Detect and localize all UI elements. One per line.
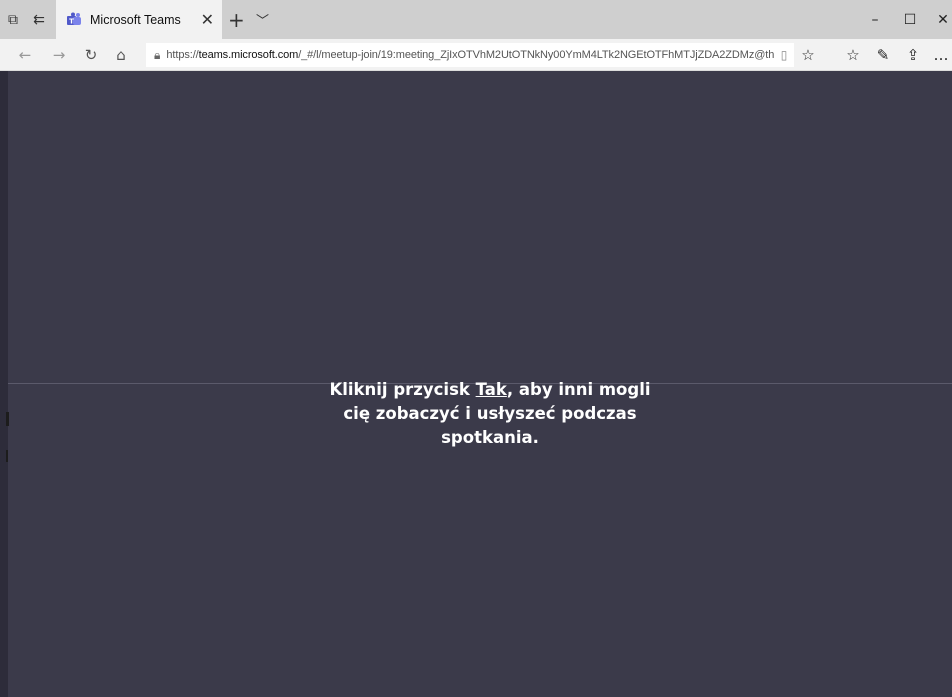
reading-view-icon[interactable]: ▯ — [774, 48, 794, 62]
more-icon[interactable]: … — [928, 39, 952, 71]
home-icon[interactable]: ⌂ — [108, 39, 134, 71]
tab-microsoft-teams[interactable]: T Microsoft Teams ✕ — [56, 0, 222, 39]
plus-icon[interactable]: + — [228, 0, 245, 39]
edge-marker — [6, 450, 8, 462]
url-text[interactable]: https://teams.microsoft.com/_#/l/meetup-… — [166, 49, 774, 61]
forward-arrow-icon[interactable]: → — [46, 39, 72, 71]
teams-favicon: T — [66, 12, 82, 28]
close-window-icon[interactable]: ✕ — [926, 0, 952, 39]
lock-icon: 🔒︎ — [154, 47, 161, 62]
svg-text:T: T — [69, 17, 74, 25]
address-bar[interactable]: 🔒︎ https://teams.microsoft.com/_#/l/meet… — [146, 43, 794, 67]
star-icon[interactable]: ☆ — [795, 39, 821, 71]
tab-preview-icon[interactable]: ⇇ — [26, 0, 52, 39]
chevron-down-icon[interactable]: ﹀ — [256, 0, 269, 39]
yes-link-text: Tak — [475, 380, 507, 399]
permission-prompt-message: Kliknij przycisk Tak, aby inni mogli cię… — [329, 380, 651, 447]
back-arrow-icon[interactable]: ← — [12, 39, 38, 71]
favorites-icon[interactable]: ☆ — [840, 39, 866, 71]
share-icon[interactable]: ⇪ — [900, 39, 926, 71]
tab-actions-icon[interactable]: ⧉ — [0, 0, 26, 39]
close-icon[interactable]: ✕ — [201, 10, 214, 29]
address-bar-row: ← → ↻ ⌂ 🔒︎ https://teams.microsoft.com/_… — [0, 39, 952, 71]
tab-title: Microsoft Teams — [90, 12, 181, 27]
pen-icon[interactable]: ✎ — [870, 39, 896, 71]
left-edge — [0, 71, 8, 697]
edge-marker — [6, 412, 9, 426]
maximize-icon[interactable]: ☐ — [893, 0, 927, 39]
minimize-icon[interactable]: – — [858, 0, 892, 39]
refresh-icon[interactable]: ↻ — [78, 39, 104, 71]
